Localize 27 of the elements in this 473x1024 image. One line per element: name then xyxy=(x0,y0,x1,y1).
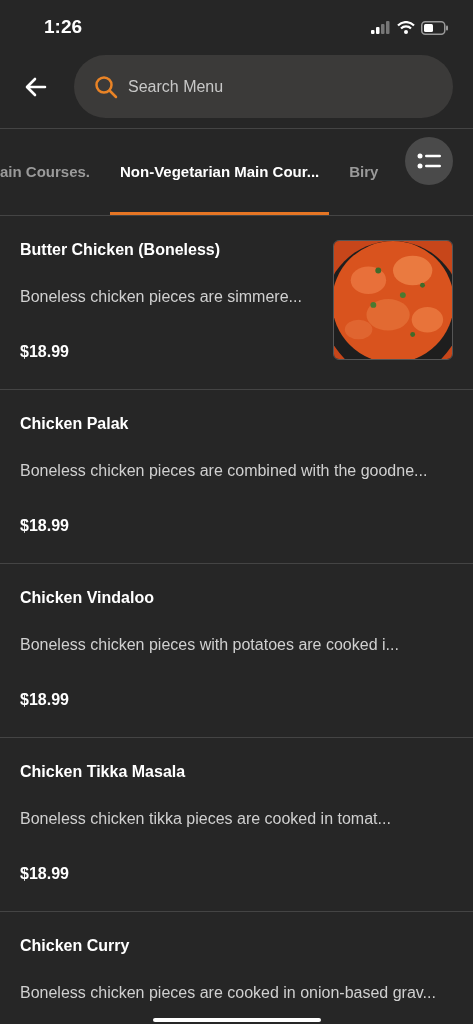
battery-icon xyxy=(421,20,449,35)
status-time: 1:26 xyxy=(44,15,83,40)
dish-price: $18.99 xyxy=(20,342,70,362)
dish-name: Chicken Vindaloo xyxy=(20,588,155,608)
search-field[interactable]: Search Menu xyxy=(74,55,453,118)
search-input[interactable]: Search Menu xyxy=(128,74,408,99)
category-tab[interactable]: ain Courses. xyxy=(0,129,91,215)
signal-icon xyxy=(371,21,391,34)
category-tab[interactable]: Non-Vegetarian Main Cour... xyxy=(110,129,330,215)
dish-price: $18.99 xyxy=(20,690,70,710)
category-tab[interactable]: Biry xyxy=(349,129,379,215)
dish-price: $18.99 xyxy=(20,516,70,536)
wifi-icon xyxy=(397,21,415,34)
list-icon xyxy=(417,153,441,169)
dish-description: Boneless chicken pieces are combined with the goodne... xyxy=(20,461,429,481)
dish-name: Chicken Palak xyxy=(20,414,130,434)
dish-description: Boneless chicken tikka pieces are cooked in tomat... xyxy=(20,809,392,829)
dish-name: Chicken Tikka Masala xyxy=(20,762,187,782)
dish-description: Boneless chicken pieces with potatoes are cooked i... xyxy=(20,635,400,655)
menu-list-button[interactable] xyxy=(405,137,453,185)
dish-name: Chicken Curry xyxy=(20,936,131,956)
dish-name: Butter Chicken (Boneless) xyxy=(20,240,222,260)
search-icon xyxy=(94,74,118,99)
dish-description: Boneless chicken pieces are cooked in onion-based grav... xyxy=(20,983,437,1003)
back-arrow-icon xyxy=(25,76,47,97)
dish-price: $18.99 xyxy=(20,864,70,884)
dish-description: Boneless chicken pieces are simmere... xyxy=(20,287,303,307)
